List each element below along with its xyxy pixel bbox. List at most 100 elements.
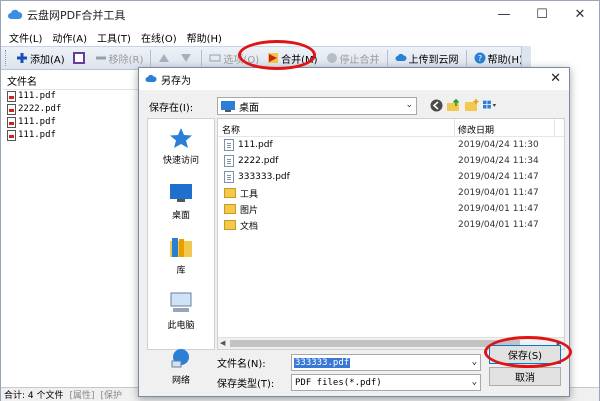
cloud-app-icon	[145, 74, 157, 82]
filetype-value: PDF files(*.pdf)	[295, 377, 382, 388]
filename-label: 文件名(N):	[217, 359, 266, 370]
stop-square-button[interactable]	[69, 48, 91, 68]
remove-label: 移除(R)	[108, 54, 144, 66]
cloud-upload-icon	[395, 53, 407, 61]
menu-help[interactable]: 帮助(H)	[187, 30, 222, 45]
move-up-button[interactable]	[154, 48, 176, 68]
close-button[interactable]: ✕	[561, 1, 599, 28]
list-item-label: 111.pdf	[18, 91, 56, 101]
minimize-button[interactable]: —	[485, 1, 523, 28]
list-item-label: 111.pdf	[18, 117, 56, 127]
place-this-pc[interactable]: 此电脑	[148, 284, 214, 339]
file-row[interactable]: 111.pdf 2019/04/24 11:30	[218, 137, 564, 153]
menu-online[interactable]: 在线(O)	[141, 30, 177, 45]
computer-icon	[170, 292, 192, 312]
network-icon	[171, 349, 189, 368]
folder-row[interactable]: 文档 2019/04/01 11:47	[218, 217, 564, 233]
place-label: 网络	[171, 376, 190, 386]
file-date: 2019/04/01 11:47	[458, 188, 539, 198]
upload-button[interactable]: 上传到云网	[391, 48, 463, 68]
list-item-label: 111.pdf	[18, 130, 56, 140]
maximize-button[interactable]: ☐	[523, 1, 561, 28]
highlight-circle-merge	[238, 40, 316, 70]
folder-icon	[224, 204, 236, 214]
document-icon	[224, 171, 234, 183]
pdf-file-icon	[7, 117, 16, 128]
save-in-dropdown[interactable]: 桌面 ⌄	[217, 97, 417, 115]
column-divider[interactable]	[454, 119, 455, 137]
chevron-down-icon: ⌄	[405, 100, 413, 110]
dialog-titlebar: 另存为 ✕	[139, 68, 569, 90]
folder-icon	[224, 220, 236, 230]
status-file-count: 合计: 4 个文件	[4, 391, 64, 401]
minus-icon	[95, 56, 106, 60]
back-arrow-icon	[430, 99, 442, 111]
column-divider[interactable]	[554, 119, 555, 137]
dialog-title: 另存为	[161, 75, 191, 87]
folder-row[interactable]: 工具 2019/04/01 11:47	[218, 185, 564, 201]
place-libraries[interactable]: 库	[148, 229, 214, 284]
add-label: 添加(A)	[30, 54, 65, 66]
highlight-circle-save	[484, 336, 572, 368]
help-icon: ?	[474, 52, 486, 64]
filename-input[interactable]: 333333.pdf ⌄	[291, 354, 481, 371]
file-browser: 名称 修改日期 111.pdf 2019/04/24 11:30 2222.pd…	[217, 118, 565, 350]
menu-action[interactable]: 动作(A)	[52, 30, 87, 45]
file-name: 111.pdf	[238, 140, 273, 150]
file-date: 2019/04/24 11:47	[458, 172, 539, 182]
places-bar: 快速访问 桌面 库 此电脑 网络	[147, 118, 215, 386]
save-in-value: 桌面	[239, 102, 259, 114]
scroll-left-icon[interactable]: ◀	[220, 339, 225, 347]
dialog-close-button[interactable]: ✕	[550, 71, 561, 86]
column-name-header[interactable]: 名称	[222, 123, 240, 136]
pdf-file-icon	[7, 104, 16, 115]
place-quick-access[interactable]: 快速访问	[148, 119, 214, 174]
file-date: 2019/04/24 11:30	[458, 140, 539, 150]
view-grid-icon	[483, 100, 497, 109]
up-folder-button[interactable]	[447, 98, 461, 112]
column-date-header[interactable]: 修改日期	[458, 123, 494, 136]
move-down-button[interactable]	[176, 48, 198, 68]
file-date: 2019/04/01 11:47	[458, 204, 539, 214]
add-button[interactable]: 添加(A)	[12, 48, 69, 68]
file-row[interactable]: 2222.pdf 2019/04/24 11:34	[218, 153, 564, 169]
star-icon	[170, 128, 192, 148]
place-network[interactable]: 网络	[148, 339, 214, 394]
folder-row[interactable]: 图片 2019/04/01 11:47	[218, 201, 564, 217]
file-name: 333333.pdf	[238, 172, 290, 182]
toolbar-grip[interactable]	[5, 50, 8, 66]
filetype-row: 保存类型(T): PDF files(*.pdf) ⌄	[217, 374, 481, 391]
file-row[interactable]: 333333.pdf 2019/04/24 11:47	[218, 169, 564, 185]
help-button[interactable]: ? 帮助(H)	[470, 48, 527, 68]
place-desktop[interactable]: 桌面	[148, 174, 214, 229]
cancel-button[interactable]: 取消	[489, 367, 561, 386]
list-item[interactable]: 111.pdf	[3, 90, 139, 103]
library-folder-icon	[170, 238, 192, 257]
help-label: 帮助(H)	[487, 54, 523, 66]
options-icon	[209, 54, 221, 62]
menu-tools[interactable]: 工具(T)	[97, 30, 131, 45]
stop-circle-icon	[326, 53, 337, 63]
filetype-dropdown[interactable]: PDF files(*.pdf) ⌄	[291, 374, 481, 391]
menu-file[interactable]: 文件(L)	[9, 30, 42, 45]
list-item[interactable]: 2222.pdf	[3, 103, 139, 116]
new-folder-icon	[465, 98, 479, 111]
file-list-header[interactable]: 文件名	[3, 75, 139, 90]
remove-button[interactable]: 移除(R)	[91, 48, 148, 68]
cloud-app-icon	[8, 9, 23, 19]
pdf-file-icon	[7, 130, 16, 141]
back-button[interactable]	[429, 98, 443, 112]
plus-icon	[17, 53, 27, 63]
list-item[interactable]: 111.pdf	[3, 116, 139, 129]
stop-merge-button[interactable]: 停止合并	[322, 48, 384, 68]
view-menu-button[interactable]	[483, 98, 497, 112]
folder-name: 图片	[240, 205, 259, 216]
file-name: 2222.pdf	[238, 156, 279, 166]
status-properties: [属性]	[69, 391, 95, 401]
chevron-down-icon[interactable]: ⌄	[472, 357, 477, 367]
toolbar-separator	[465, 50, 467, 66]
scrollbar-thumb[interactable]	[230, 340, 520, 347]
new-folder-button[interactable]	[465, 98, 479, 112]
status-protect: [保护	[100, 391, 123, 401]
list-item[interactable]: 111.pdf	[3, 129, 139, 142]
